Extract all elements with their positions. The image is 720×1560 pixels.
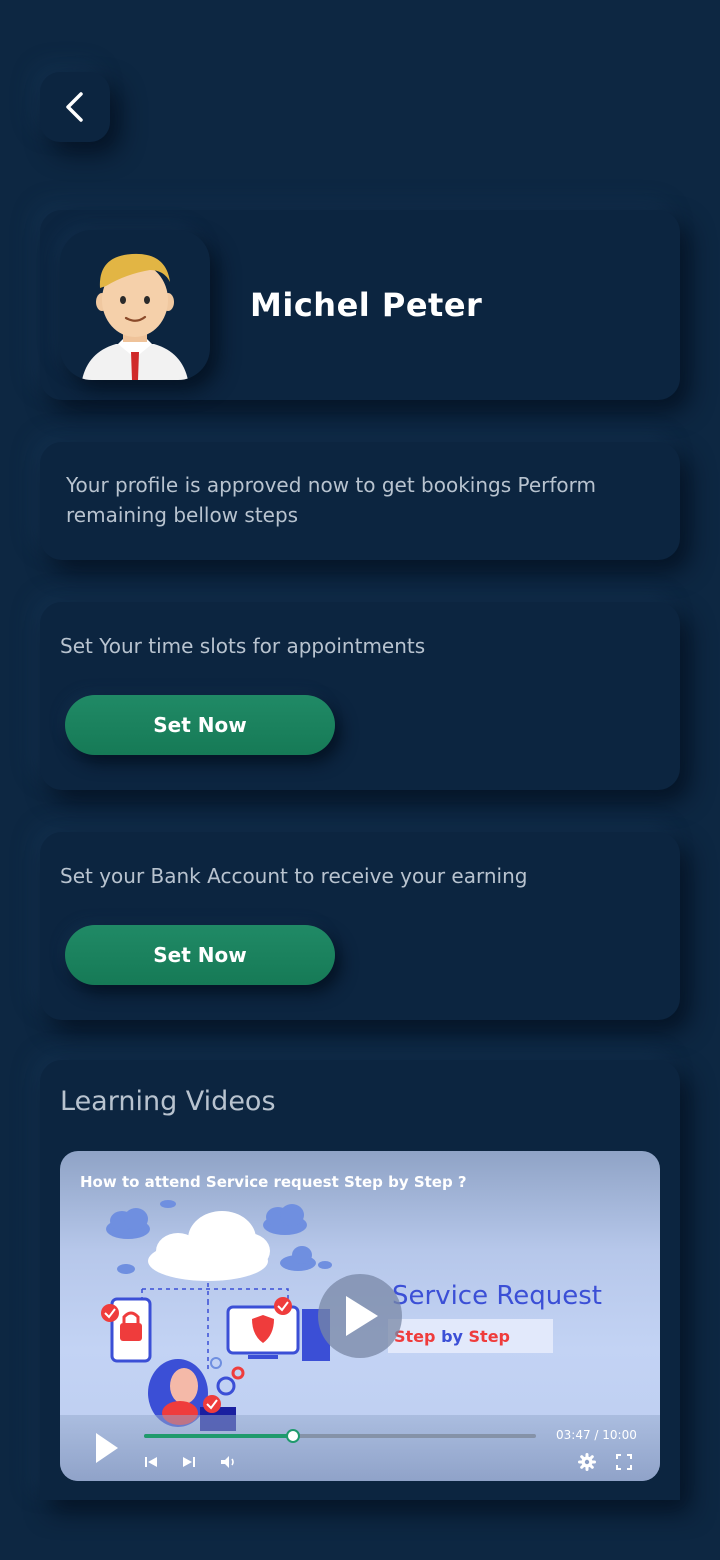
avatar — [60, 230, 210, 380]
back-icon — [66, 92, 83, 122]
video-progress-thumb[interactable] — [285, 1429, 300, 1443]
video-controls-bar: 03:47 / 10:00 — [60, 1415, 660, 1481]
thumbnail-subheading: Step by Step — [394, 1327, 511, 1346]
time-slots-text: Set Your time slots for appointments — [60, 634, 426, 658]
time-slots-card: Set Your time slots for appointments Set… — [40, 602, 680, 790]
bank-account-card: Set your Bank Account to receive your ea… — [40, 832, 680, 1020]
approval-message: Your profile is approved now to get book… — [66, 473, 596, 527]
set-time-slots-button[interactable]: Set Now — [65, 695, 335, 755]
video-progress-fill — [144, 1434, 293, 1438]
profile-name: Michel Peter — [250, 286, 483, 324]
play-overlay-button[interactable] — [318, 1274, 402, 1358]
learning-videos-card: Learning Videos How to attend Service re… — [40, 1060, 680, 1500]
profile-card: Michel Peter — [40, 210, 680, 400]
fullscreen-icon[interactable] — [616, 1454, 632, 1470]
bank-account-text: Set your Bank Account to receive your ea… — [60, 864, 528, 888]
approval-card: Your profile is approved now to get book… — [40, 442, 680, 560]
play-icon[interactable] — [94, 1431, 120, 1465]
set-bank-account-button[interactable]: Set Now — [65, 925, 335, 985]
volume-icon[interactable] — [220, 1455, 238, 1469]
play-icon — [346, 1296, 378, 1336]
video-progress-track[interactable] — [144, 1429, 536, 1443]
video-player[interactable]: How to attend Service request Step by St… — [60, 1151, 660, 1481]
video-time-readout: 03:47 / 10:00 — [556, 1428, 637, 1442]
back-button[interactable] — [40, 72, 110, 142]
thumbnail-heading: Service Request — [392, 1281, 602, 1311]
settings-icon[interactable] — [578, 1453, 596, 1471]
learning-videos-heading: Learning Videos — [60, 1086, 276, 1117]
skip-back-icon[interactable] — [144, 1455, 158, 1469]
skip-forward-icon[interactable] — [182, 1455, 196, 1469]
